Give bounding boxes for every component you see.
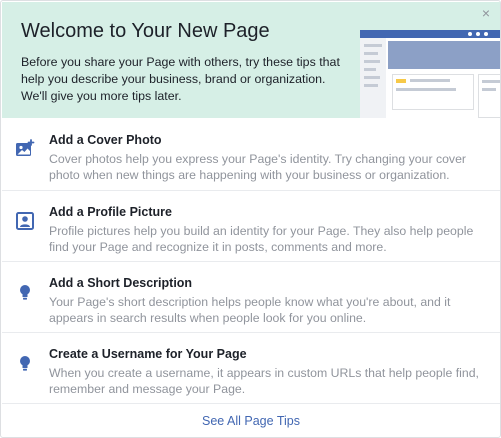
- illustration-line: [364, 76, 380, 79]
- lightbulb-icon: [15, 282, 35, 302]
- illustration-dot: [468, 32, 472, 36]
- tip-description: Cover photos help you express your Page'…: [49, 152, 467, 182]
- see-all-page-tips-link[interactable]: See All Page Tips: [202, 414, 300, 428]
- welcome-header: Welcome to Your New Page Before you shar…: [2, 2, 500, 118]
- illustration-line: [364, 44, 382, 47]
- tip-cover-photo[interactable]: Add a Cover Photo Cover photos help you …: [2, 119, 500, 190]
- illustration-line: [364, 52, 378, 55]
- page-tips-card: Welcome to Your New Page Before you shar…: [0, 0, 501, 438]
- tip-description: Your Page's short description helps peop…: [49, 295, 451, 325]
- tip-username[interactable]: Create a Username for Your Page When you…: [2, 332, 500, 403]
- illustration-cover: [388, 41, 500, 69]
- tips-list: Add a Cover Photo Cover photos help you …: [2, 119, 500, 403]
- tip-title: Add a Profile Picture: [49, 205, 172, 219]
- illustration-highlight: [396, 79, 406, 83]
- tip-description: When you create a username, it appears i…: [49, 366, 479, 396]
- profile-picture-icon: [15, 211, 35, 231]
- illustration-line: [364, 84, 378, 87]
- tip-title: Create a Username for Your Page: [49, 347, 247, 361]
- page-illustration: [360, 30, 500, 118]
- illustration-dot: [476, 32, 480, 36]
- tip-description: Profile pictures help you build an ident…: [49, 224, 474, 254]
- illustration-line: [482, 80, 500, 83]
- tips-footer: See All Page Tips: [2, 403, 500, 437]
- illustration-dot: [484, 32, 488, 36]
- illustration-line: [364, 68, 376, 71]
- welcome-subtitle: Before you share your Page with others, …: [21, 55, 340, 103]
- tip-title: Add a Cover Photo: [49, 133, 162, 147]
- illustration-topbar: [360, 30, 500, 38]
- welcome-title: Welcome to Your New Page: [21, 20, 270, 42]
- illustration-line: [482, 88, 496, 91]
- lightbulb-icon: [15, 353, 35, 373]
- tip-profile-picture[interactable]: Add a Profile Picture Profile pictures h…: [2, 190, 500, 261]
- close-icon[interactable]: ×: [479, 6, 493, 20]
- illustration-line: [410, 79, 450, 82]
- illustration-line: [396, 88, 456, 91]
- tip-short-description[interactable]: Add a Short Description Your Page's shor…: [2, 261, 500, 332]
- illustration-line: [364, 60, 380, 63]
- photo-add-icon: [15, 139, 35, 159]
- tip-title: Add a Short Description: [49, 276, 193, 290]
